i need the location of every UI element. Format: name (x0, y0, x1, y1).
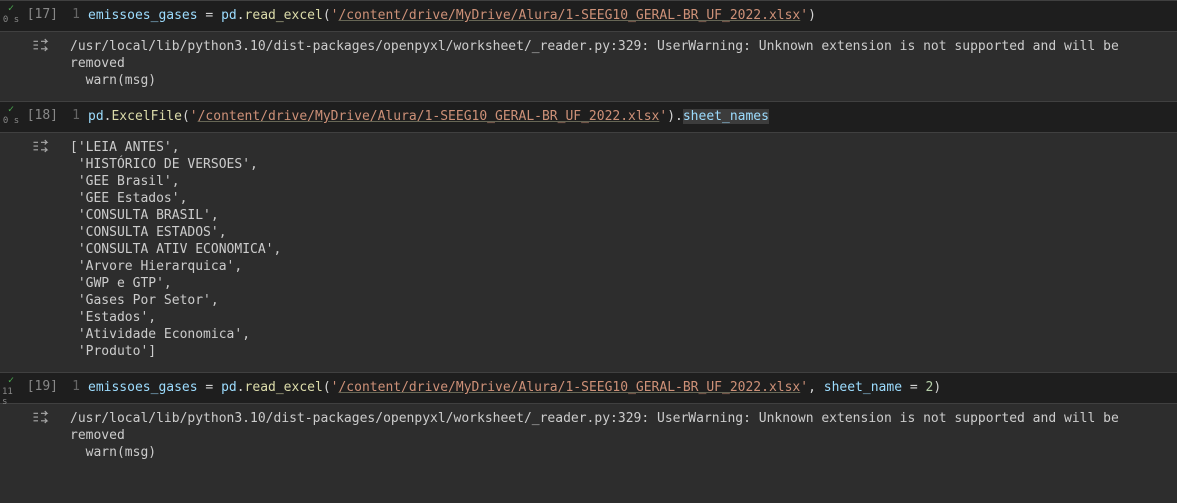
execution-time: 0 s (3, 15, 19, 25)
execution-time: 0 s (3, 116, 19, 126)
code-cell-18[interactable]: ✓ 0 s [18] 1 pd. ExcelFile('/content/driv… (0, 101, 1177, 133)
file-path-link[interactable]: /content/drive/MyDrive/Alura/1-SEEG10_GE… (198, 109, 660, 124)
code-token: pd (221, 380, 237, 395)
cell-gutter: ✓ 11 s [19] (0, 373, 62, 403)
output-text: /usr/local/lib/python3.10/dist-packages/… (62, 32, 1177, 101)
code-token: = (198, 8, 221, 23)
code-cell-17[interactable]: ✓ 0 s [17] 1 emissoes_gases = pd.read_ex… (0, 0, 1177, 32)
code-token: sheet_names (683, 109, 769, 124)
cell-gutter: ✓ 0 s [17] (0, 1, 62, 31)
code-editor[interactable]: pd. ExcelFile('/content/drive/MyDrive/Alu… (80, 102, 1177, 132)
cell-output-18: ['LEIA ANTES', 'HISTÓRICO DE VERSOES', '… (0, 133, 1177, 372)
code-token: read_excel (245, 8, 323, 23)
cell-output-19: /usr/local/lib/python3.10/dist-packages/… (0, 404, 1177, 473)
line-number: 1 (62, 102, 80, 132)
output-toggle-icon[interactable] (0, 32, 62, 101)
line-number: 1 (62, 373, 80, 403)
code-token: ( (323, 380, 331, 395)
code-editor[interactable]: emissoes_gases = pd.read_excel( '/content… (80, 1, 1177, 31)
execution-count: [19] (27, 379, 58, 394)
output-toggle-icon[interactable] (0, 133, 62, 372)
code-token: ' (190, 109, 198, 124)
output-text: /usr/local/lib/python3.10/dist-packages/… (62, 404, 1177, 473)
check-icon: ✓ (8, 376, 14, 386)
code-token: ( (323, 8, 331, 23)
code-token: emissoes_gases (88, 380, 198, 395)
execution-status: ✓ 11 s (2, 376, 20, 407)
code-token: ) (933, 380, 941, 395)
code-token: sheet_name (824, 380, 902, 395)
code-token: ) (667, 109, 675, 124)
code-token: ExcelFile (111, 109, 181, 124)
code-token: . (675, 109, 683, 124)
code-cell-19[interactable]: ✓ 11 s [19] 1 emissoes_gases = pd.read_e… (0, 372, 1177, 404)
code-token: ' (800, 380, 808, 395)
line-number: 1 (62, 1, 80, 31)
file-path-link[interactable]: /content/drive/MyDrive/Alura/1-SEEG10_GE… (338, 8, 800, 23)
cell-gutter: ✓ 0 s [18] (0, 102, 62, 132)
code-token: pd (221, 8, 237, 23)
check-icon: ✓ (8, 4, 14, 14)
code-token: = (902, 380, 925, 395)
code-token: = (198, 380, 221, 395)
code-token: ' (800, 8, 808, 23)
output-toggle-icon[interactable] (0, 404, 62, 473)
code-token: emissoes_gases (88, 8, 198, 23)
code-token: . (237, 8, 245, 23)
execution-status: ✓ 0 s (2, 4, 20, 25)
code-editor[interactable]: emissoes_gases = pd.read_excel( '/content… (80, 373, 1177, 403)
code-token: ( (182, 109, 190, 124)
code-token: pd (88, 109, 104, 124)
cell-output-17: /usr/local/lib/python3.10/dist-packages/… (0, 32, 1177, 101)
execution-status: ✓ 0 s (2, 105, 20, 126)
check-icon: ✓ (8, 105, 14, 115)
file-path-link[interactable]: /content/drive/MyDrive/Alura/1-SEEG10_GE… (338, 380, 800, 395)
code-token: , (808, 380, 824, 395)
output-text: ['LEIA ANTES', 'HISTÓRICO DE VERSOES', '… (62, 133, 1177, 372)
execution-count: [18] (27, 108, 58, 123)
code-token: ) (808, 8, 816, 23)
code-token: . (237, 380, 245, 395)
code-token: read_excel (245, 380, 323, 395)
execution-count: [17] (27, 7, 58, 22)
